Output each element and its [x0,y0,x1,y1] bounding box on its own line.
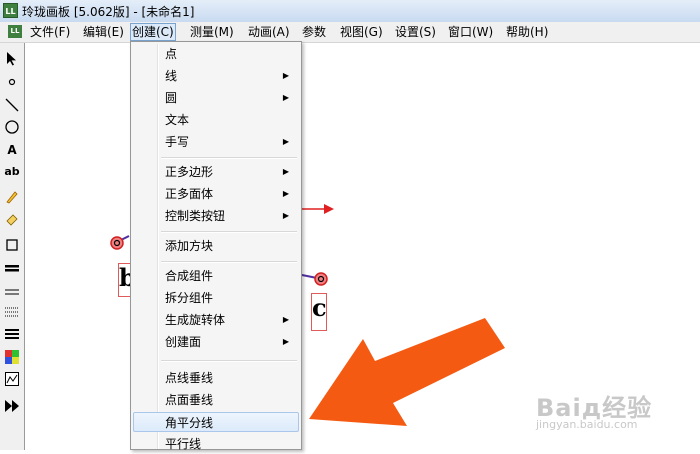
eraser-icon[interactable] [4,212,20,228]
submenu-arrow-icon: ▶ [282,315,289,324]
document-icon[interactable]: LL [8,25,22,38]
menu-item-create-face[interactable]: 创建面 ▶ [133,332,299,352]
point-c-marker[interactable] [314,272,328,286]
menu-item-point[interactable]: 点 [133,44,299,64]
menu-animation[interactable]: 动画(A) [248,24,290,40]
point-label-c[interactable]: c [311,293,327,331]
submenu-arrow-icon: ▶ [282,211,289,220]
menu-separator [161,261,297,263]
menu-view[interactable]: 视图(G) [340,24,383,40]
submenu-arrow-icon: ▶ [282,337,289,346]
title-bar: LL 玲珑画板 [5.062版] - [未命名1] [0,0,700,23]
toolbox: A ab [0,43,25,450]
menu-edit[interactable]: 编辑(E) [83,24,124,40]
menu-separator [161,231,297,233]
line-style-icon[interactable] [4,328,20,344]
menu-measure[interactable]: 测量(M) [190,24,234,40]
menu-item-text[interactable]: 文本 [133,110,299,130]
point-b-marker[interactable] [110,236,124,250]
menu-item-split-component[interactable]: 拆分组件 [133,288,299,308]
label-tool[interactable]: ab [4,164,20,180]
rectangle-icon[interactable] [4,239,20,255]
submenu-arrow-icon: ▶ [282,167,289,176]
menu-help[interactable]: 帮助(H) [506,24,548,40]
menu-parameters[interactable]: 参数 [302,24,326,40]
dotted-line-icon[interactable] [4,306,20,322]
menu-item-handwrite[interactable]: 手写 ▶ [133,132,299,152]
line-tool-icon[interactable] [4,98,20,114]
menu-bar: LL 文件(F) 编辑(E) 创建(C) 测量(M) 动画(A) 参数 视图(G… [0,22,700,43]
play-animation-icon[interactable] [4,400,20,416]
color-palette-icon[interactable] [4,350,20,366]
red-arrowhead [324,204,334,214]
menu-settings[interactable]: 设置(S) [395,24,436,40]
menu-create[interactable]: 创建(C) [130,23,176,41]
menu-separator [161,360,297,362]
menu-window[interactable]: 窗口(W) [448,24,493,40]
menu-item-regular-polyhedron[interactable]: 正多面体 ▶ [133,184,299,204]
menu-item-point-plane-perpendicular[interactable]: 点面垂线 [133,390,299,410]
menu-item-point-line-perpendicular[interactable]: 点线垂线 [133,368,299,388]
annotation-arrow [309,318,505,426]
menu-item-add-block[interactable]: 添加方块 [133,236,299,256]
pencil-icon[interactable] [4,190,20,206]
submenu-arrow-icon: ▶ [282,71,289,80]
thick-line-icon[interactable] [4,261,20,277]
submenu-arrow-icon: ▶ [282,137,289,146]
menu-item-parallel-line[interactable]: 平行线 [133,434,299,454]
menu-item-compose-component[interactable]: 合成组件 [133,266,299,286]
create-menu-dropdown: 点 线 ▶ 圆 ▶ 文本 手写 ▶ 正多边形 ▶ 正多面体 ▶ 控制类按钮 ▶ 添加方块 合… [130,41,302,451]
menu-file[interactable]: 文件(F) [30,24,70,40]
circle-tool-icon[interactable] [4,120,20,136]
thin-line-icon[interactable] [4,285,20,301]
watermark-url: jingyan.baidu.com [536,418,638,431]
menu-item-solid-of-revolution[interactable]: 生成旋转体 ▶ [133,310,299,330]
submenu-arrow-icon: ▶ [282,93,289,102]
menu-item-control-buttons[interactable]: 控制类按钮 ▶ [133,206,299,226]
menu-item-line[interactable]: 线 ▶ [133,66,299,86]
submenu-arrow-icon: ▶ [282,189,289,198]
menu-separator [161,157,297,159]
menu-item-regular-polygon[interactable]: 正多边形 ▶ [133,162,299,182]
select-arrow-icon[interactable] [4,52,20,68]
point-tool-icon[interactable] [4,75,20,91]
watermark: Baiд经验 jingyan.baidu.com [536,388,652,431]
menu-item-circle[interactable]: 圆 ▶ [133,88,299,108]
app-logo-icon: LL [3,3,18,18]
menu-item-angle-bisector[interactable]: 角平分线 [133,412,299,432]
window-title: 玲珑画板 [5.062版] - [未命名1] [22,5,195,19]
function-graph-icon[interactable] [4,372,20,388]
text-tool[interactable]: A [4,142,20,158]
